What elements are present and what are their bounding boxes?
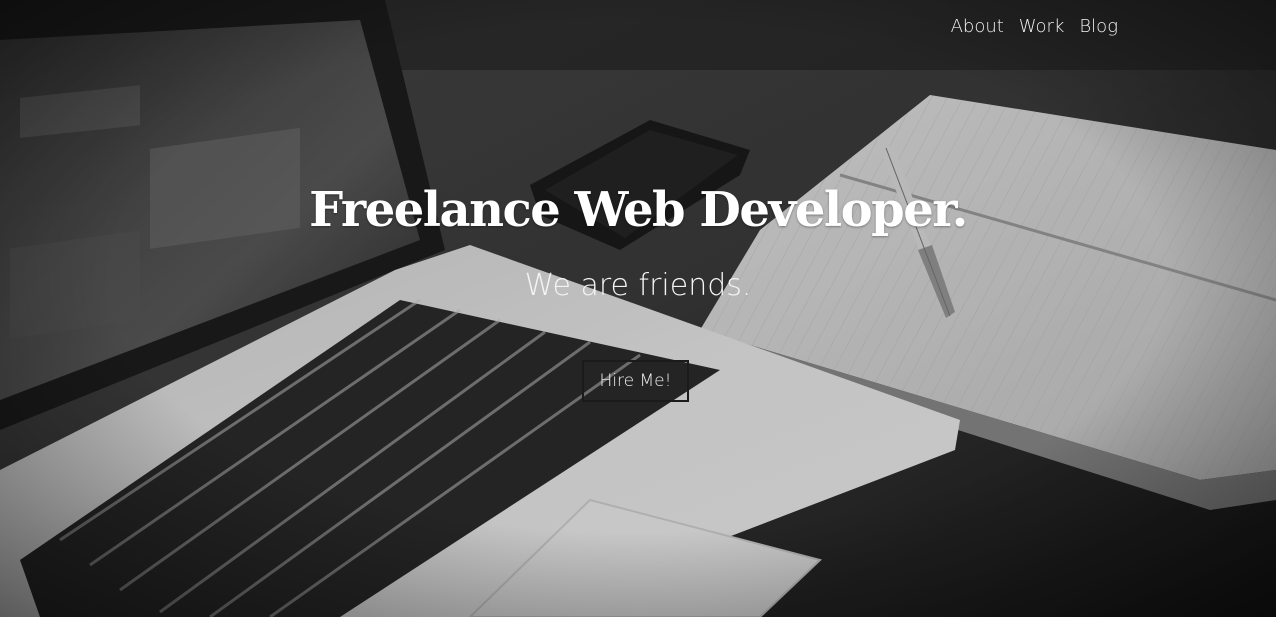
- hero-section: About Work Blog Freelance Web Developer.…: [0, 0, 1276, 617]
- top-nav: About Work Blog: [951, 14, 1118, 39]
- hero-tagline: We are friends.: [524, 268, 752, 303]
- nav-link-blog[interactable]: Blog: [1079, 14, 1118, 39]
- hero-background-image: [0, 0, 1276, 617]
- nav-link-about[interactable]: About: [951, 14, 1004, 39]
- nav-link-work[interactable]: Work: [1019, 14, 1065, 39]
- hero-headline: Freelance Web Developer.: [309, 182, 968, 238]
- hire-me-button[interactable]: Hire Me!: [582, 360, 689, 402]
